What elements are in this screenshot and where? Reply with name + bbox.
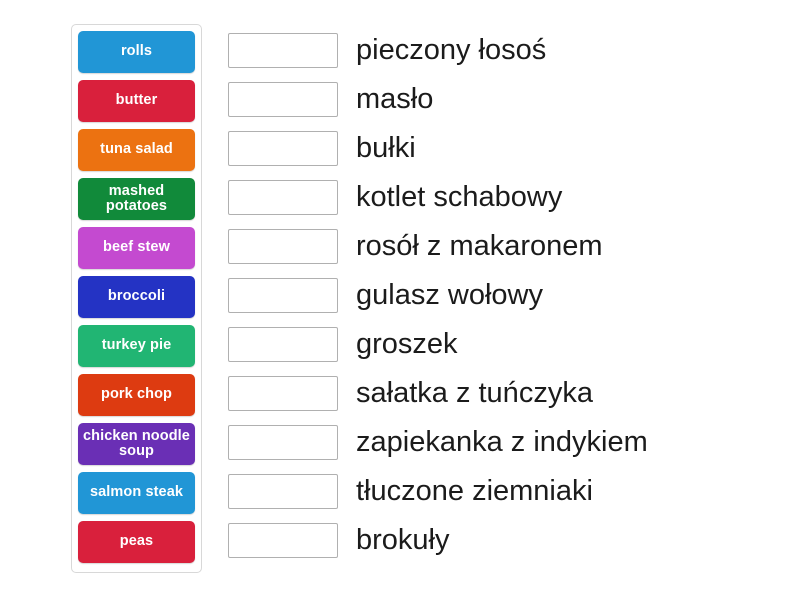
draggable-tile[interactable]: turkey pie bbox=[78, 325, 195, 367]
prompt-text: kotlet schabowy bbox=[356, 181, 563, 213]
draggable-tile-label: turkey pie bbox=[101, 337, 172, 354]
answer-dropbox[interactable] bbox=[228, 131, 338, 166]
answer-dropbox[interactable] bbox=[228, 327, 338, 362]
answer-row: tłuczone ziemniaki bbox=[228, 467, 788, 516]
draggable-tile[interactable]: broccoli bbox=[78, 276, 195, 318]
draggable-tile-label: butter bbox=[115, 92, 158, 109]
draggable-tile[interactable]: mashed potatoes bbox=[78, 178, 195, 220]
prompt-text: masło bbox=[356, 83, 434, 115]
draggable-tile-label: tuna salad bbox=[100, 141, 173, 158]
answer-dropbox[interactable] bbox=[228, 229, 338, 264]
answer-row: masło bbox=[228, 75, 788, 124]
draggable-tile[interactable]: rolls bbox=[78, 31, 195, 73]
answer-dropbox[interactable] bbox=[228, 523, 338, 558]
draggable-tile-label: peas bbox=[119, 533, 154, 550]
draggable-tile-label: pork chop bbox=[101, 386, 172, 403]
answer-dropbox[interactable] bbox=[228, 474, 338, 509]
prompt-text: pieczony łosoś bbox=[356, 34, 547, 66]
draggable-tile-label: beef stew bbox=[103, 239, 170, 256]
draggable-tile[interactable]: tuna salad bbox=[78, 129, 195, 171]
draggable-tile[interactable]: beef stew bbox=[78, 227, 195, 269]
prompt-text: tłuczone ziemniaki bbox=[356, 475, 593, 507]
answer-rows-list: pieczony łosoś masło bułki kotlet schabowy r… bbox=[228, 26, 788, 565]
answer-row: bułki bbox=[228, 124, 788, 173]
answer-row: zapiekanka z indykiem bbox=[228, 418, 788, 467]
answer-row: kotlet schabowy bbox=[228, 173, 788, 222]
prompt-text: sałatka z tuńczyka bbox=[356, 377, 593, 409]
answer-dropbox[interactable] bbox=[228, 82, 338, 117]
draggable-tile[interactable]: pork chop bbox=[78, 374, 195, 416]
draggable-tile-label: rolls bbox=[120, 43, 153, 60]
prompt-text: rosół z makaronem bbox=[356, 230, 603, 262]
draggable-tile[interactable]: salmon steak bbox=[78, 472, 195, 514]
prompt-text: bułki bbox=[356, 132, 416, 164]
answer-row: rosół z makaronem bbox=[228, 222, 788, 271]
answer-row: groszek bbox=[228, 320, 788, 369]
draggable-tile[interactable]: chicken noodle soup bbox=[78, 423, 195, 465]
answer-dropbox[interactable] bbox=[228, 376, 338, 411]
answer-row: sałatka z tuńczyka bbox=[228, 369, 788, 418]
answer-dropbox[interactable] bbox=[228, 278, 338, 313]
answer-dropbox[interactable] bbox=[228, 33, 338, 68]
prompt-text: groszek bbox=[356, 328, 458, 360]
match-up-activity: rolls butter tuna salad mashed potatoes beef… bbox=[0, 0, 800, 600]
draggable-tile-label: salmon steak bbox=[89, 484, 184, 501]
prompt-text: brokuły bbox=[356, 524, 450, 556]
answer-dropbox[interactable] bbox=[228, 180, 338, 215]
answer-dropbox[interactable] bbox=[228, 425, 338, 460]
prompt-text: zapiekanka z indykiem bbox=[356, 426, 648, 458]
draggable-tile-label: chicken noodle soup bbox=[83, 427, 190, 459]
answer-row: gulasz wołowy bbox=[228, 271, 788, 320]
draggable-tile-label: broccoli bbox=[107, 288, 166, 305]
prompt-text: gulasz wołowy bbox=[356, 279, 543, 311]
draggable-tile[interactable]: butter bbox=[78, 80, 195, 122]
draggable-tile[interactable]: peas bbox=[78, 521, 195, 563]
answer-row: brokuły bbox=[228, 516, 788, 565]
draggable-tile-label: mashed potatoes bbox=[105, 182, 168, 214]
draggable-answers-panel: rolls butter tuna salad mashed potatoes beef… bbox=[71, 24, 202, 573]
answer-row: pieczony łosoś bbox=[228, 26, 788, 75]
